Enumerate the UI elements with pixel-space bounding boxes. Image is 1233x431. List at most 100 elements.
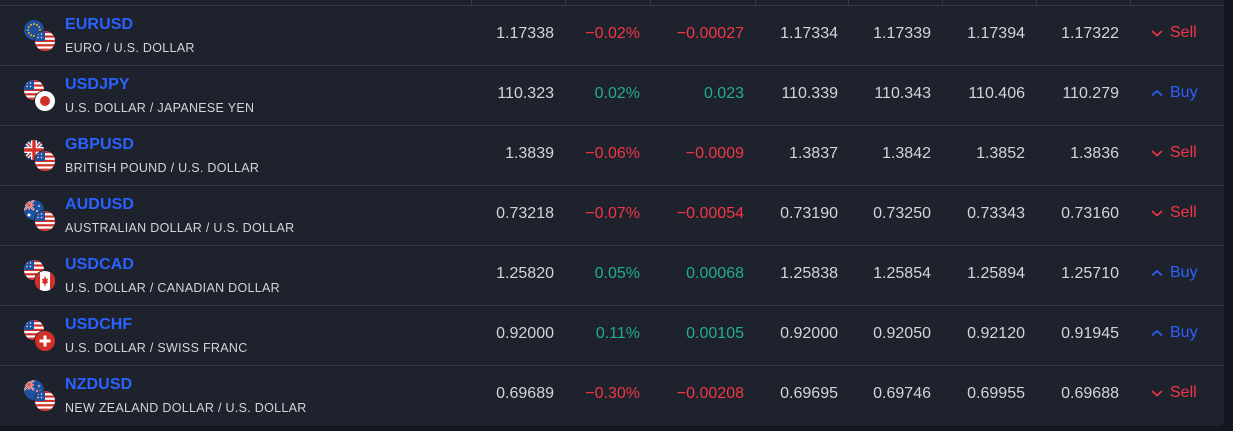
symbol-description: NEW ZEALAND DOLLAR / U.S. DOLLAR bbox=[65, 401, 307, 415]
bid-price: 1.3837 bbox=[789, 145, 838, 162]
symbol-description: AUSTRALIAN DOLLAR / U.S. DOLLAR bbox=[65, 221, 295, 235]
chevron-up-icon bbox=[1150, 268, 1164, 278]
us-flag-icon bbox=[35, 31, 55, 51]
ask-price: 1.17339 bbox=[873, 25, 931, 42]
rating-label: Sell bbox=[1170, 144, 1197, 161]
change-percent: −0.30% bbox=[585, 385, 640, 402]
last-price: 110.323 bbox=[497, 85, 554, 102]
bid-price: 0.73190 bbox=[780, 205, 838, 222]
currency-pair-flags bbox=[24, 380, 56, 412]
ch-flag-icon bbox=[35, 331, 55, 351]
currency-pair-flags bbox=[24, 200, 56, 232]
high-price: 1.25894 bbox=[967, 265, 1025, 282]
currency-pair-flags bbox=[24, 260, 56, 292]
bid-price: 0.69695 bbox=[780, 385, 838, 402]
high-price: 0.73343 bbox=[967, 205, 1025, 222]
table-row-usdjpy[interactable]: USDJPY U.S. DOLLAR / JAPANESE YEN 110.32… bbox=[0, 65, 1224, 125]
symbol-link[interactable]: USDCAD bbox=[65, 256, 134, 274]
bid-price: 1.17334 bbox=[780, 25, 838, 42]
last-price: 0.73218 bbox=[496, 205, 554, 222]
technical-rating[interactable]: Buy bbox=[1150, 324, 1198, 342]
symbol-link[interactable]: USDJPY bbox=[65, 76, 130, 94]
change: 0.023 bbox=[703, 85, 744, 102]
symbol-description: EURO / U.S. DOLLAR bbox=[65, 41, 195, 55]
bid-price: 0.92000 bbox=[780, 325, 838, 342]
last-price: 0.69689 bbox=[496, 385, 554, 402]
currency-pair-flags bbox=[24, 20, 56, 52]
change-percent: 0.11% bbox=[595, 325, 640, 342]
change-percent: 0.05% bbox=[594, 265, 640, 282]
bid-price: 110.339 bbox=[781, 85, 838, 102]
table-row-eurusd[interactable]: EURUSD EURO / U.S. DOLLAR 1.17338 −0.02%… bbox=[0, 5, 1224, 65]
ask-price: 1.25854 bbox=[873, 265, 931, 282]
change: −0.00027 bbox=[676, 25, 744, 42]
change: −0.00054 bbox=[676, 205, 744, 222]
high-price: 1.3852 bbox=[976, 145, 1025, 162]
symbol-link[interactable]: NZDUSD bbox=[65, 376, 132, 394]
low-price: 1.17322 bbox=[1061, 25, 1119, 42]
symbol-link[interactable]: AUDUSD bbox=[65, 196, 134, 214]
currency-pair-flags bbox=[24, 320, 56, 352]
table-row-audusd[interactable]: AUDUSD AUSTRALIAN DOLLAR / U.S. DOLLAR 0… bbox=[0, 185, 1224, 245]
change: −0.00208 bbox=[676, 385, 744, 402]
rating-label: Buy bbox=[1170, 324, 1198, 341]
high-price: 0.92120 bbox=[967, 325, 1025, 342]
low-price: 0.69688 bbox=[1061, 385, 1119, 402]
chevron-down-icon bbox=[1150, 208, 1164, 218]
currency-pair-flags bbox=[24, 140, 56, 172]
bid-price: 1.25838 bbox=[780, 265, 838, 282]
technical-rating[interactable]: Sell bbox=[1150, 144, 1197, 162]
change-percent: −0.07% bbox=[585, 205, 640, 222]
change: 0.00068 bbox=[686, 265, 744, 282]
technical-rating[interactable]: Buy bbox=[1150, 264, 1198, 282]
rating-label: Buy bbox=[1170, 84, 1198, 101]
table-row-nzdusd[interactable]: NZDUSD NEW ZEALAND DOLLAR / U.S. DOLLAR … bbox=[0, 365, 1224, 425]
technical-rating[interactable]: Sell bbox=[1150, 204, 1197, 222]
jp-flag-icon bbox=[35, 91, 55, 111]
table-row-gbpusd[interactable]: GBPUSD BRITISH POUND / U.S. DOLLAR 1.383… bbox=[0, 125, 1224, 185]
technical-rating[interactable]: Buy bbox=[1150, 84, 1198, 102]
chevron-down-icon bbox=[1150, 148, 1164, 158]
low-price: 0.73160 bbox=[1061, 205, 1119, 222]
table-row-usdcad[interactable]: USDCAD U.S. DOLLAR / CANADIAN DOLLAR 1.2… bbox=[0, 245, 1224, 305]
last-price: 1.25820 bbox=[496, 265, 554, 282]
ca-flag-icon bbox=[35, 271, 55, 291]
ask-price: 110.343 bbox=[874, 85, 931, 102]
rating-label: Sell bbox=[1170, 24, 1197, 41]
high-price: 0.69955 bbox=[967, 385, 1025, 402]
low-price: 1.3836 bbox=[1070, 145, 1119, 162]
forex-quotes-table: EURUSD EURO / U.S. DOLLAR 1.17338 −0.02%… bbox=[0, 0, 1224, 426]
us-flag-icon bbox=[35, 211, 55, 231]
symbol-description: U.S. DOLLAR / JAPANESE YEN bbox=[65, 101, 255, 115]
ask-price: 1.3842 bbox=[882, 145, 931, 162]
chevron-down-icon bbox=[1150, 28, 1164, 38]
symbol-description: BRITISH POUND / U.S. DOLLAR bbox=[65, 161, 260, 175]
currency-pair-flags bbox=[24, 80, 56, 112]
chevron-up-icon bbox=[1150, 88, 1164, 98]
technical-rating[interactable]: Sell bbox=[1150, 384, 1197, 402]
symbol-link[interactable]: USDCHF bbox=[65, 316, 132, 334]
high-price: 1.17394 bbox=[967, 25, 1025, 42]
chevron-down-icon bbox=[1150, 388, 1164, 398]
us-flag-icon bbox=[35, 391, 55, 411]
low-price: 0.91945 bbox=[1061, 325, 1119, 342]
ask-price: 0.69746 bbox=[873, 385, 931, 402]
table-row-usdchf[interactable]: USDCHF U.S. DOLLAR / SWISS FRANC 0.92000… bbox=[0, 305, 1224, 365]
low-price: 1.25710 bbox=[1061, 265, 1119, 282]
change-percent: 0.02% bbox=[594, 85, 640, 102]
symbol-link[interactable]: EURUSD bbox=[65, 16, 133, 34]
change-percent: −0.06% bbox=[585, 145, 640, 162]
ask-price: 0.92050 bbox=[873, 325, 931, 342]
low-price: 110.279 bbox=[1062, 85, 1119, 102]
symbol-link[interactable]: GBPUSD bbox=[65, 136, 134, 154]
symbol-description: U.S. DOLLAR / SWISS FRANC bbox=[65, 341, 248, 355]
high-price: 110.406 bbox=[968, 85, 1025, 102]
technical-rating[interactable]: Sell bbox=[1150, 24, 1197, 42]
rating-label: Sell bbox=[1170, 204, 1197, 221]
rating-label: Buy bbox=[1170, 264, 1198, 281]
ask-price: 0.73250 bbox=[873, 205, 931, 222]
chevron-up-icon bbox=[1150, 328, 1164, 338]
last-price: 1.17338 bbox=[496, 25, 554, 42]
change-percent: −0.02% bbox=[585, 25, 640, 42]
us-flag-icon bbox=[35, 151, 55, 171]
